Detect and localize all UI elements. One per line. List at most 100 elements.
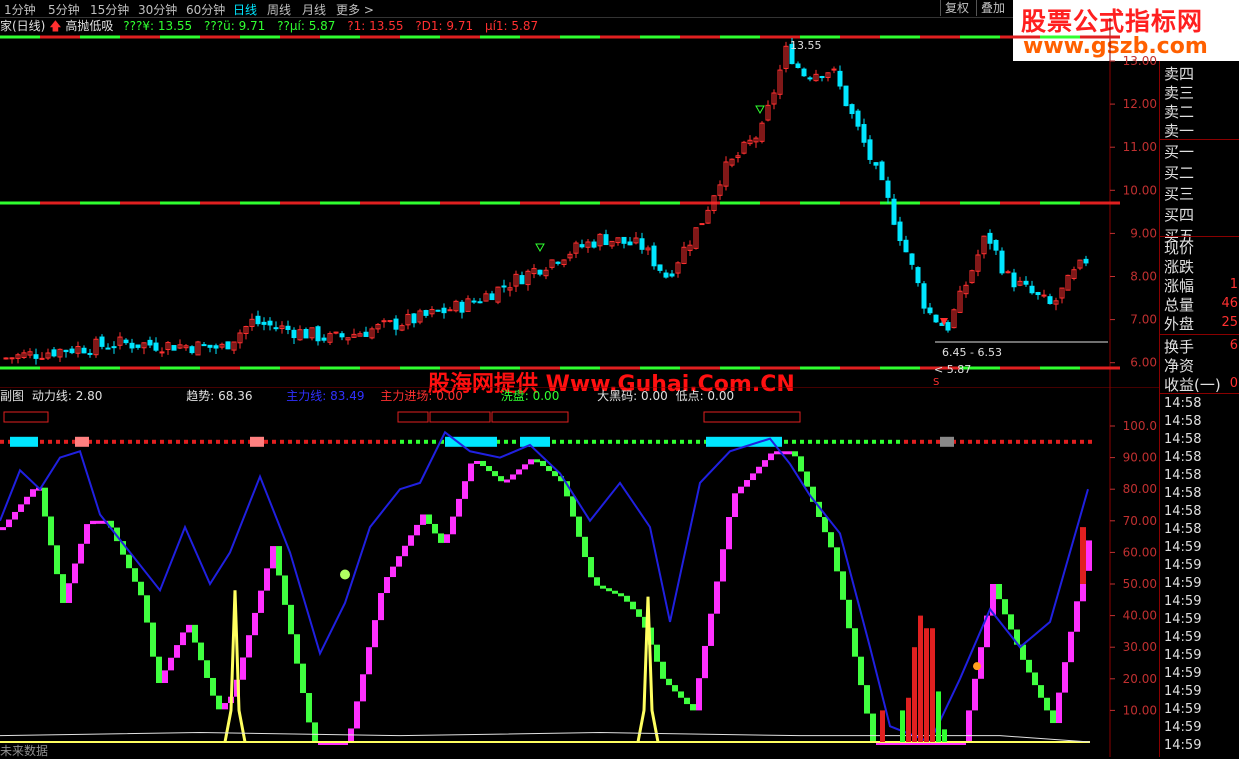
power-line-label: 动力线: 2.80 bbox=[31, 389, 103, 403]
candle-body bbox=[9, 357, 15, 360]
step-bar bbox=[1074, 601, 1080, 632]
tf-daily[interactable]: 日线 bbox=[233, 1, 257, 18]
step-bar bbox=[294, 634, 300, 664]
axis-label: 7.00 bbox=[1130, 313, 1157, 327]
dot-marker bbox=[672, 439, 676, 444]
candle-body bbox=[291, 329, 297, 339]
step-bar bbox=[702, 645, 708, 679]
axis-label: 8.00 bbox=[1130, 270, 1157, 284]
entry-label: 主力进场: 0.00 bbox=[380, 389, 463, 403]
step-bar bbox=[396, 556, 402, 567]
sub-indicator-chart[interactable]: 100.0 90.00 80.00 70.00 60.00 50.00 40.00 30.00… bbox=[0, 387, 1159, 757]
dot-marker bbox=[632, 439, 636, 444]
tf-weekly[interactable]: 周线 bbox=[267, 1, 291, 18]
candle-body bbox=[657, 264, 663, 271]
axis-label: 9.00 bbox=[1130, 226, 1157, 240]
candle-body bbox=[1041, 294, 1047, 297]
dot-marker bbox=[832, 439, 836, 444]
dot-marker bbox=[904, 439, 908, 444]
dot-marker bbox=[840, 439, 844, 444]
dot-marker bbox=[872, 439, 876, 444]
tf-60min[interactable]: 60分钟 bbox=[186, 1, 225, 18]
tf-15min[interactable]: 15分钟 bbox=[90, 1, 129, 18]
dot-marker bbox=[592, 439, 596, 444]
step-bar bbox=[408, 535, 414, 546]
dot-marker bbox=[400, 439, 404, 444]
step-bar bbox=[456, 498, 462, 517]
wash-label: 洗盘: 0.00 bbox=[500, 389, 560, 403]
candle-body bbox=[927, 307, 933, 314]
step-bar bbox=[684, 697, 690, 705]
signal-outline-box bbox=[3, 411, 49, 423]
buy-level-2: 买三 bbox=[1164, 185, 1195, 203]
dot-marker bbox=[136, 439, 140, 444]
step-bar bbox=[18, 504, 24, 512]
step-bar bbox=[678, 691, 684, 698]
candlestick-chart[interactable]: 13.00 12.00 11.00 10.00 9.00 8.00 7.00 6.00 13.5… bbox=[0, 18, 1159, 387]
tf-30min[interactable]: 30分钟 bbox=[138, 1, 177, 18]
mid1-value: ?D1: 9.71 bbox=[415, 19, 474, 33]
step-bar bbox=[1062, 662, 1068, 693]
sell-marker: S bbox=[933, 377, 939, 387]
tf-1min[interactable]: 1分钟 bbox=[4, 1, 36, 18]
step-bar bbox=[630, 601, 636, 610]
dot-marker bbox=[680, 439, 684, 444]
candle-body bbox=[999, 250, 1005, 274]
axis-label: 10.00 bbox=[1123, 703, 1157, 717]
candle-body bbox=[207, 344, 213, 348]
step-bar bbox=[1044, 697, 1050, 711]
step-bar bbox=[438, 533, 444, 543]
down-arrow-icon bbox=[535, 243, 545, 253]
dot-marker bbox=[1016, 439, 1020, 444]
step-bar bbox=[726, 517, 732, 550]
tick-time: 14:58 bbox=[1164, 486, 1202, 501]
tick-time: 14:58 bbox=[1164, 414, 1202, 429]
candle-body bbox=[891, 198, 897, 225]
step-bar bbox=[12, 511, 18, 520]
overlay-button[interactable]: 叠加 bbox=[976, 0, 1009, 16]
step-bar bbox=[30, 489, 36, 497]
sell-level-0: 卖四 bbox=[1164, 65, 1195, 83]
dot-marker bbox=[360, 439, 364, 444]
tf-more[interactable]: 更多 > bbox=[336, 1, 374, 18]
candle-body bbox=[519, 275, 525, 285]
tick-time: 14:59 bbox=[1164, 648, 1202, 663]
step-bar bbox=[798, 456, 804, 472]
dot-marker bbox=[104, 439, 108, 444]
tf-5min[interactable]: 5分钟 bbox=[48, 1, 80, 18]
dot-marker bbox=[296, 439, 300, 444]
signal-outline-box bbox=[429, 411, 491, 423]
candle-body bbox=[3, 357, 9, 360]
restore-rights-button[interactable]: 复权 bbox=[940, 0, 973, 16]
step-bar bbox=[732, 493, 738, 518]
step-bar bbox=[1050, 710, 1056, 724]
tf-monthly[interactable]: 月线 bbox=[302, 1, 326, 18]
step-bar bbox=[48, 516, 54, 546]
dot-marker bbox=[968, 439, 972, 444]
dot-marker bbox=[208, 439, 212, 444]
step-bar bbox=[570, 496, 576, 517]
step-bar bbox=[546, 466, 552, 472]
low-value: ??µí: 5.87 bbox=[277, 19, 336, 33]
candle-body bbox=[1047, 296, 1053, 305]
candle-body bbox=[837, 70, 843, 87]
force-bar bbox=[918, 615, 923, 742]
dot-marker bbox=[160, 439, 164, 444]
dot-marker bbox=[368, 439, 372, 444]
dot-marker bbox=[232, 439, 236, 444]
signal-box bbox=[940, 436, 954, 447]
tick-time: 14:59 bbox=[1164, 738, 1202, 753]
step-bar bbox=[714, 581, 720, 614]
axis-label: 11.00 bbox=[1123, 140, 1157, 154]
candle-body bbox=[807, 77, 813, 80]
sell-level-2: 卖二 bbox=[1164, 103, 1195, 121]
dot-marker bbox=[216, 439, 220, 444]
step-bar bbox=[276, 546, 282, 576]
step-bar bbox=[450, 516, 456, 535]
candle-body bbox=[855, 110, 861, 127]
step-bar bbox=[738, 486, 744, 494]
candle-body bbox=[381, 320, 387, 323]
candle-body bbox=[225, 341, 231, 350]
step-bar bbox=[246, 635, 252, 658]
axis-label: 50.00 bbox=[1123, 577, 1157, 591]
